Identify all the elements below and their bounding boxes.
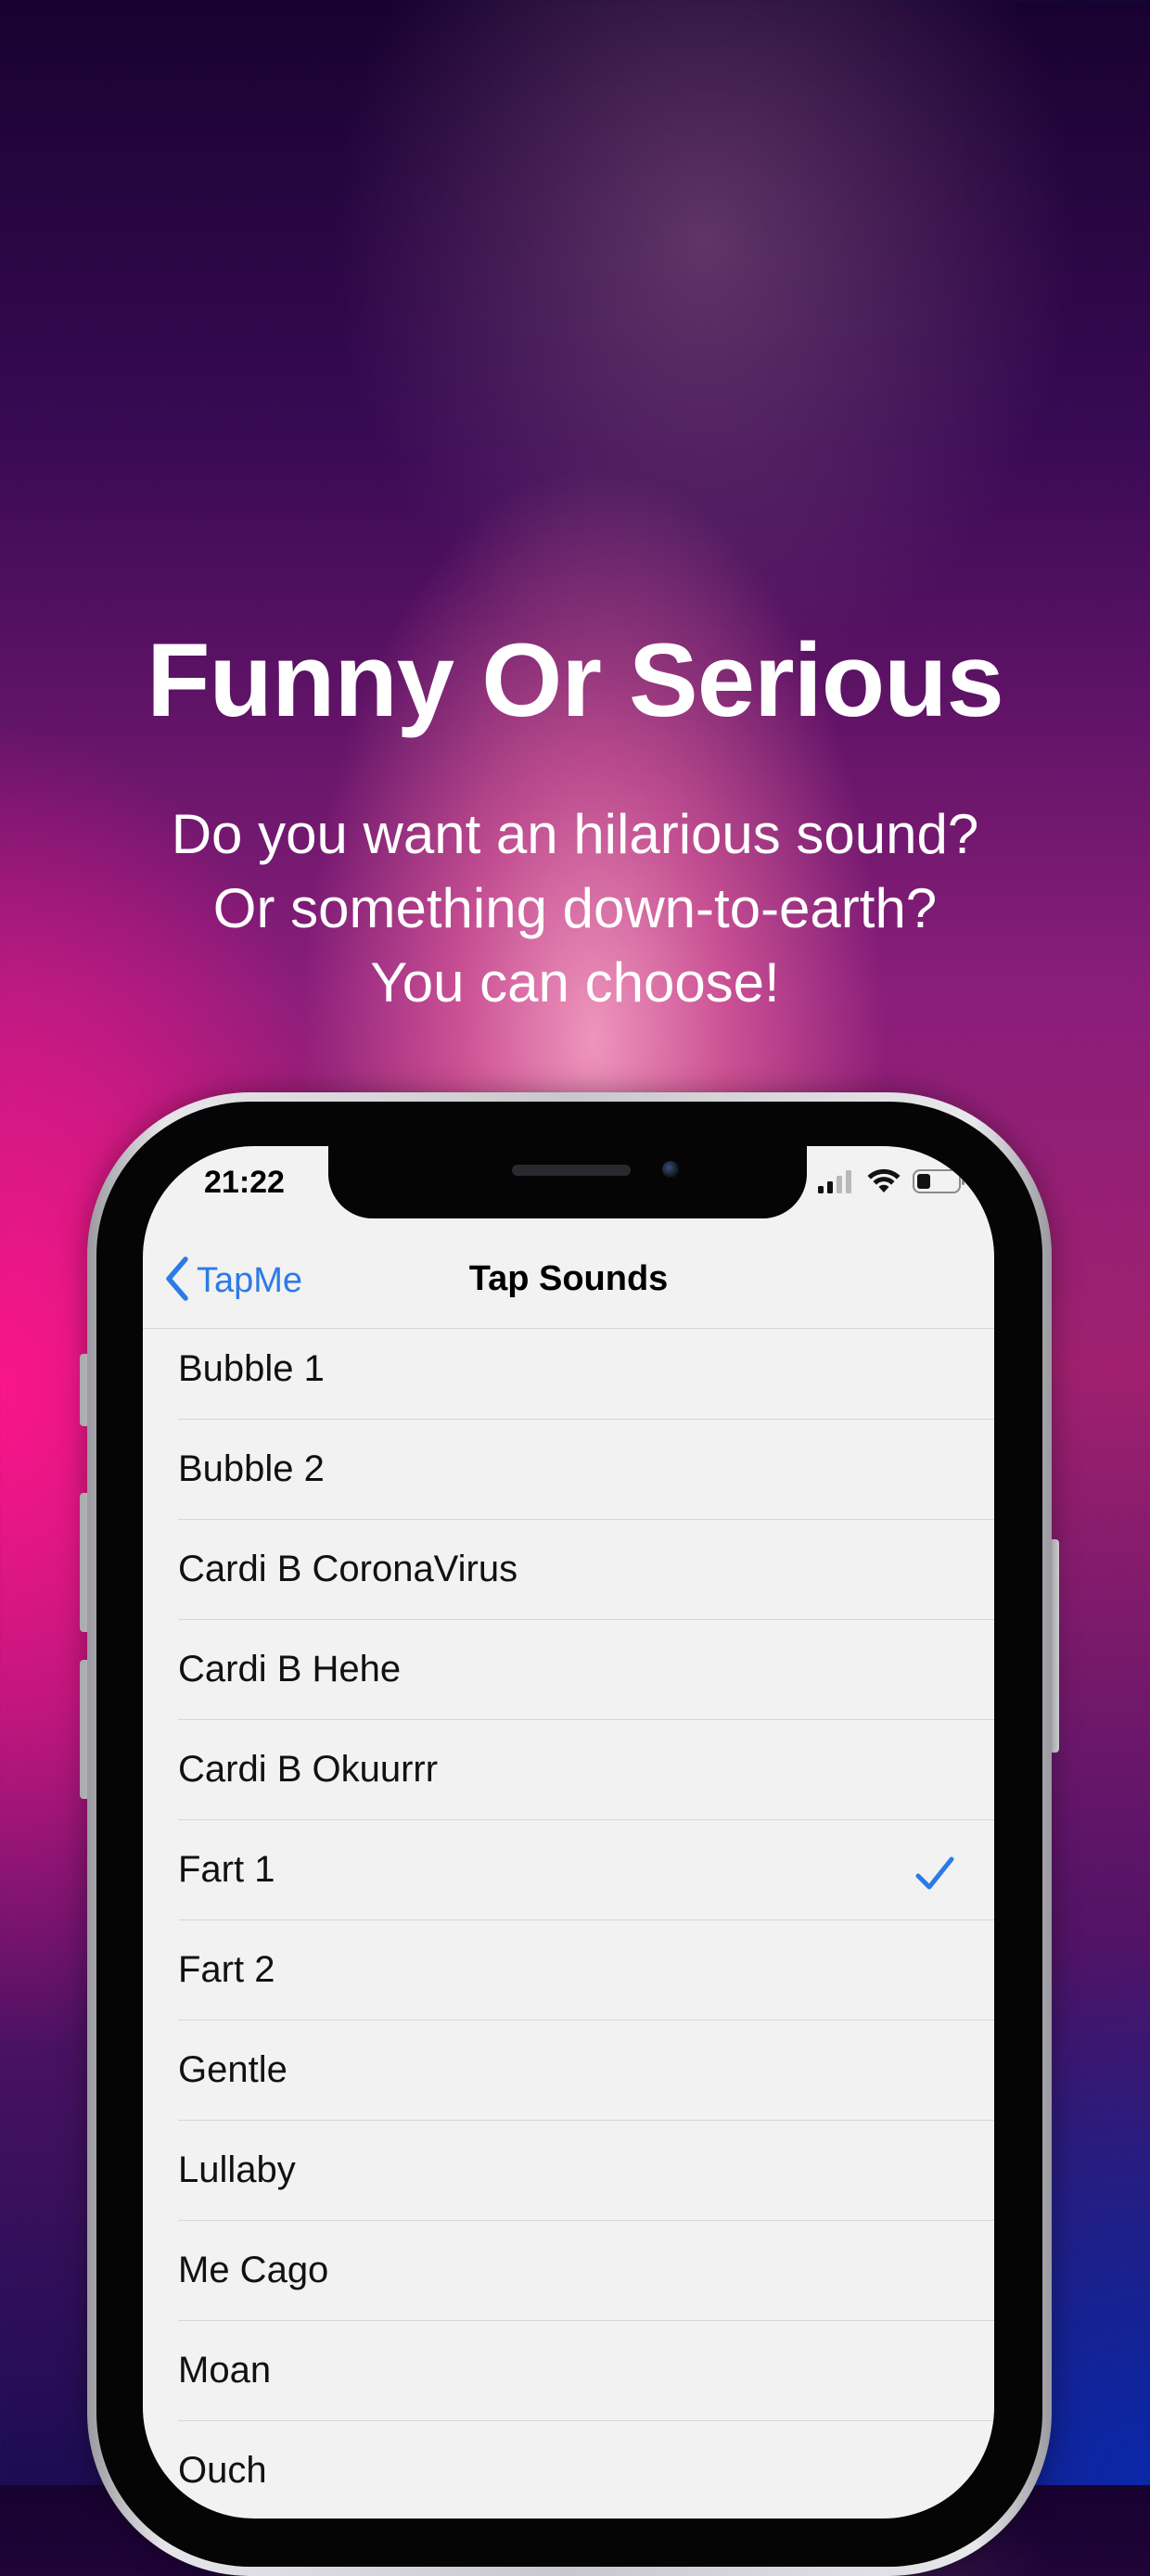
- status-icons: [818, 1167, 966, 1200]
- list-item[interactable]: Bubble 1: [143, 1329, 994, 1420]
- list-item-selected[interactable]: Fart 1: [143, 1820, 994, 1920]
- list-item-label: Bubble 2: [178, 1448, 325, 1489]
- navigation-bar: TapMe Tap Sounds: [143, 1235, 994, 1329]
- subheadline-line-1: Do you want an hilarious sound?: [171, 803, 979, 865]
- list-item[interactable]: Cardi B Okuurrr: [143, 1720, 994, 1820]
- list-item[interactable]: Lullaby: [143, 2121, 994, 2221]
- headline: Funny Or Serious: [147, 622, 1004, 738]
- list-item[interactable]: Me Cago: [143, 2221, 994, 2321]
- list-item-label: Fart 1: [178, 1849, 275, 1890]
- camera-icon: [662, 1161, 679, 1178]
- list-item-label: Moan: [178, 2350, 272, 2391]
- subheadline-line-2: Or something down-to-earth?: [212, 877, 938, 939]
- list-item-label: Ouch: [178, 2450, 267, 2491]
- phone-screen: 21:22 TapMe Tap Sounds Bubble 1 Bubble 2…: [143, 1146, 994, 2519]
- list-item[interactable]: Gentle: [143, 2021, 994, 2121]
- list-item[interactable]: Ouch: [143, 2421, 994, 2519]
- notch: [328, 1146, 807, 1218]
- battery-icon: [913, 1168, 966, 1199]
- list-item-label: Cardi B Okuurrr: [178, 1749, 439, 1790]
- list-item[interactable]: Fart 2: [143, 1920, 994, 2021]
- list-item[interactable]: Moan: [143, 2321, 994, 2421]
- list-item-label: Me Cago: [178, 2250, 329, 2290]
- list-item[interactable]: Cardi B CoronaVirus: [143, 1520, 994, 1620]
- page-title: Tap Sounds: [468, 1259, 669, 1298]
- list-item-label: Fart 2: [178, 1949, 275, 1990]
- checkmark-icon: [913, 1852, 957, 1896]
- speaker-grille: [512, 1165, 631, 1176]
- list-item-label: Cardi B Hehe: [178, 1649, 402, 1690]
- list-item-label: Cardi B CoronaVirus: [178, 1549, 518, 1589]
- list-item[interactable]: Cardi B Hehe: [143, 1620, 994, 1720]
- cellular-signal-icon: [818, 1169, 855, 1198]
- wifi-icon: [866, 1168, 901, 1199]
- list-item-label: Lullaby: [178, 2149, 296, 2190]
- list-item-label: Gentle: [178, 2049, 288, 2090]
- sound-list: Bubble 1 Bubble 2 Cardi B CoronaVirus Ca…: [143, 1329, 994, 2519]
- list-item[interactable]: Bubble 2: [143, 1420, 994, 1520]
- list-item-label: Bubble 1: [178, 1348, 325, 1389]
- status-time: 21:22: [204, 1165, 285, 1200]
- subheadline-line-3: You can choose!: [370, 951, 780, 1014]
